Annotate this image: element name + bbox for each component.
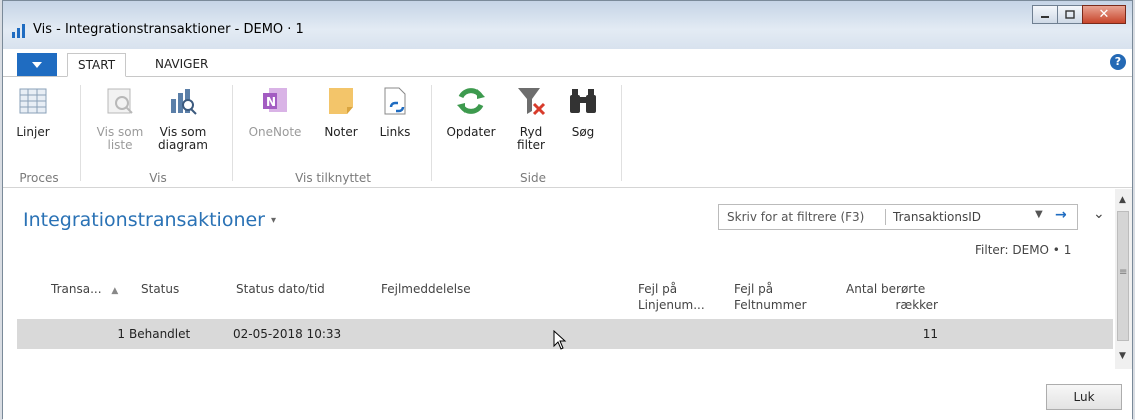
- mouse-cursor-icon: [553, 330, 567, 350]
- group-label-side: Side: [520, 171, 546, 185]
- arrow-right-icon[interactable]: →: [1055, 207, 1067, 223]
- link-icon: [384, 87, 406, 115]
- tab-start[interactable]: START: [67, 53, 127, 77]
- links-button[interactable]: Links: [375, 85, 415, 139]
- ribbon-tab-bar: START NAVIGER ?: [3, 49, 1132, 77]
- notes-icon: [329, 88, 353, 114]
- lines-label: Linjer: [16, 125, 50, 139]
- maximize-button[interactable]: [1057, 5, 1083, 24]
- page-title[interactable]: Integrationstransaktioner ▾: [23, 209, 276, 231]
- search-label: Søg: [571, 125, 595, 139]
- refresh-icon: [457, 88, 485, 114]
- scroll-up-icon[interactable]: ▲: [1119, 195, 1126, 205]
- app-window: Vis - Integrationstransaktioner - DEMO ·…: [2, 0, 1133, 420]
- clear-filter-icon: [518, 88, 546, 116]
- filter-input[interactable]: Skriv for at filtrere (F3): [727, 210, 864, 224]
- vertical-scrollbar[interactable]: ▲ ≡ ▼: [1115, 189, 1132, 369]
- lines-button[interactable]: Linjer: [13, 85, 53, 139]
- refresh-button[interactable]: Opdater: [441, 85, 501, 139]
- page-content: Integrationstransaktioner ▾ Skriv for at …: [3, 188, 1132, 420]
- links-label: Links: [379, 125, 411, 139]
- close-icon: ✕: [1098, 7, 1110, 22]
- dropdown-triangle-icon: [32, 61, 42, 68]
- cell-status: Behandlet: [129, 327, 191, 341]
- filter-box[interactable]: Skriv for at filtrere (F3) TransaktionsI…: [718, 204, 1078, 230]
- close-button[interactable]: ✕: [1082, 5, 1126, 24]
- title-bar: Vis - Integrationstransaktioner - DEMO ·…: [3, 1, 1132, 49]
- group-label-proces: Proces: [19, 171, 59, 185]
- view-as-list-button[interactable]: Vis som liste: [95, 85, 145, 152]
- help-icon[interactable]: ?: [1110, 54, 1126, 70]
- maximize-icon: [1065, 10, 1075, 19]
- onenote-button[interactable]: N OneNote: [245, 85, 305, 139]
- cell-status-datetime: 02-05-2018 10:33: [233, 327, 342, 341]
- minimize-button[interactable]: [1032, 5, 1058, 24]
- file-menu-button[interactable]: [17, 53, 57, 76]
- group-label-vis: Vis: [149, 171, 167, 185]
- notes-button[interactable]: Noter: [321, 85, 361, 139]
- group-label-vis-tilknyttet: Vis tilknyttet: [295, 171, 371, 185]
- app-icon: [12, 24, 25, 38]
- column-header-affected-rows[interactable]: Antal berørte rækker: [846, 281, 938, 313]
- onenote-label: OneNote: [248, 125, 302, 139]
- chevron-down-icon[interactable]: ⌄: [1093, 206, 1105, 222]
- caret-down-icon: ▾: [270, 215, 277, 226]
- onenote-icon: N: [263, 88, 287, 112]
- notes-label: Noter: [324, 125, 358, 139]
- clear-filter-button[interactable]: Ryd filter: [509, 85, 553, 152]
- chart-view-icon: [171, 89, 197, 115]
- column-header-status-datetime[interactable]: Status dato/tid: [236, 281, 325, 297]
- cell-affected-rows: 11: [922, 327, 938, 341]
- scroll-down-icon[interactable]: ▼: [1119, 351, 1126, 361]
- column-header-error-line[interactable]: Fejl på Linjenum...: [638, 281, 705, 313]
- close-dialog-button[interactable]: Luk: [1046, 384, 1122, 410]
- window-title: Vis - Integrationstransaktioner - DEMO ·…: [33, 22, 304, 37]
- view-as-chart-label-2: diagram: [158, 138, 208, 152]
- dropdown-arrow-icon[interactable]: ▼: [1035, 209, 1043, 220]
- grid-lines-icon: [19, 88, 47, 114]
- filter-label: Filter: DEMO • 1: [975, 243, 1072, 257]
- ribbon: Linjer Vis som liste Vis som diagram N O…: [3, 77, 1132, 188]
- grip-icon: ≡: [1119, 267, 1128, 278]
- column-header-error-message[interactable]: Fejlmeddelelse: [381, 281, 471, 297]
- column-header-error-field[interactable]: Fejl på Feltnummer: [734, 281, 807, 313]
- minimize-icon: [1041, 15, 1049, 18]
- binoculars-icon: [570, 89, 596, 113]
- view-as-chart-button[interactable]: Vis som diagram: [153, 85, 213, 152]
- view-as-list-label-2: liste: [107, 138, 133, 152]
- filter-field-select[interactable]: TransaktionsID: [893, 210, 981, 224]
- search-button[interactable]: Søg: [563, 85, 603, 139]
- page-title-text: Integrationstransaktioner: [23, 209, 265, 231]
- refresh-label: Opdater: [446, 125, 496, 139]
- tab-naviger[interactable]: NAVIGER: [145, 56, 218, 76]
- cell-transaction-id: 1: [117, 327, 125, 341]
- svg-text:N: N: [266, 95, 276, 109]
- clear-filter-label-2: filter: [517, 138, 545, 152]
- list-view-icon: [107, 88, 133, 114]
- sort-ascending-icon: ▲: [111, 286, 119, 296]
- column-header-status[interactable]: Status: [141, 281, 179, 297]
- column-header-transaction[interactable]: Transa... ▲: [51, 281, 118, 299]
